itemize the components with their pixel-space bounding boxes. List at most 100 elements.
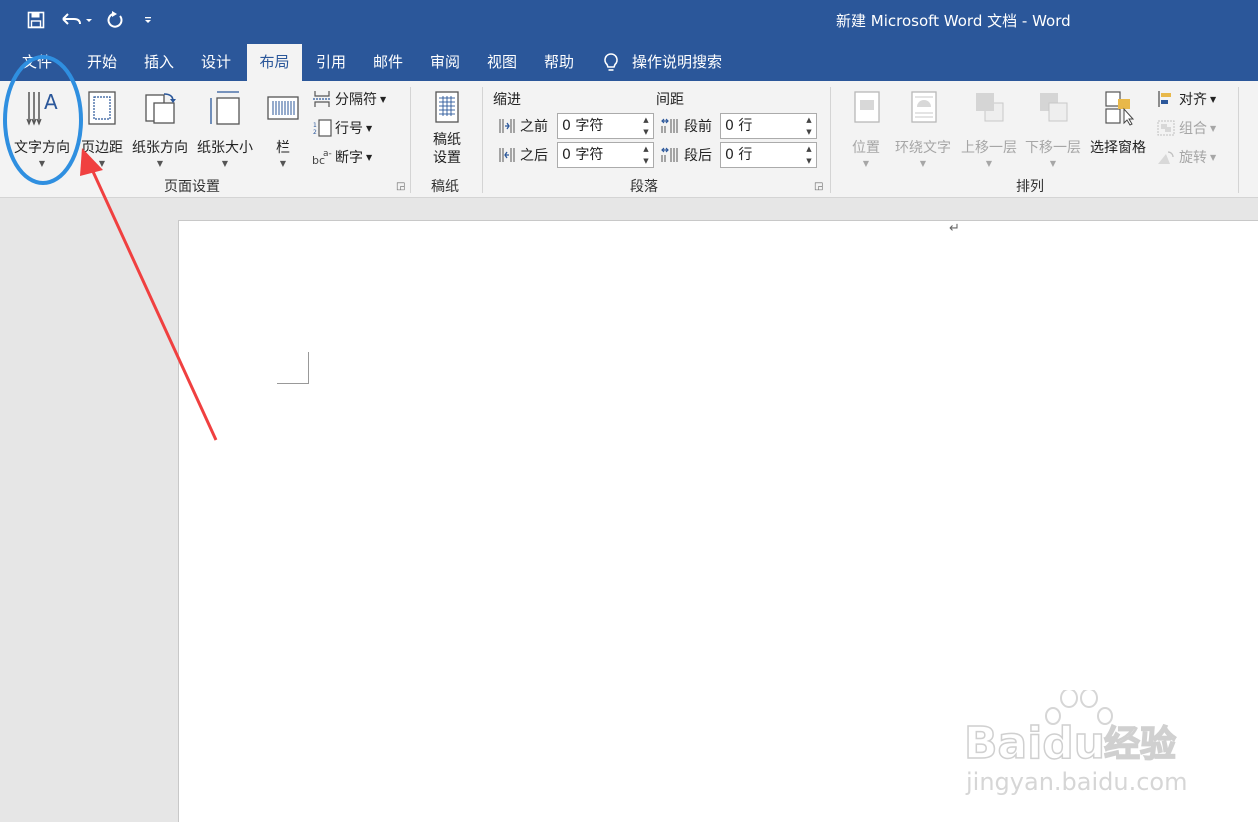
chevron-down-icon: ▼ bbox=[156, 159, 164, 168]
send-backward-button[interactable]: 下移一层 ▼ bbox=[1022, 87, 1084, 171]
indent-before-label-wrap: 之前 bbox=[498, 116, 548, 136]
tab-layout[interactable]: 布局 bbox=[247, 44, 302, 81]
spacing-before-label: 段前 bbox=[684, 119, 712, 135]
spacing-after-icon bbox=[661, 147, 678, 162]
indent-after-input[interactable]: 0 字符 ▲ ▼ bbox=[557, 142, 654, 168]
spinner-arrows-icon[interactable]: ▲ ▼ bbox=[802, 143, 816, 167]
orientation-button[interactable]: 纸张方向 ▼ bbox=[128, 87, 192, 171]
group-label: 组合 bbox=[1179, 121, 1207, 137]
line-numbers-button[interactable]: 12 行号 ▼ bbox=[312, 116, 372, 140]
spacing-before-input[interactable]: 0 行 ▲ ▼ bbox=[720, 113, 817, 139]
selection-pane-icon bbox=[1105, 91, 1135, 126]
customize-qat-icon[interactable] bbox=[140, 8, 156, 32]
spacing-after-value: 0 行 bbox=[725, 147, 753, 163]
align-label: 对齐 bbox=[1179, 92, 1207, 108]
indent-before-input[interactable]: 0 字符 ▲ ▼ bbox=[557, 113, 654, 139]
send-backward-label: 下移一层 bbox=[1025, 140, 1081, 156]
group-separator bbox=[830, 87, 831, 193]
tell-me-label: 操作说明搜索 bbox=[632, 53, 723, 71]
tab-help[interactable]: 帮助 bbox=[534, 44, 584, 81]
spinner-arrows-icon[interactable]: ▲ ▼ bbox=[802, 114, 816, 138]
manuscript-settings-button[interactable]: 稿纸 设置 bbox=[422, 87, 472, 171]
tab-design[interactable]: 设计 bbox=[191, 44, 241, 81]
tab-review[interactable]: 审阅 bbox=[420, 44, 470, 81]
bring-forward-button[interactable]: 上移一层 ▼ bbox=[958, 87, 1020, 171]
spinner-arrows-icon[interactable]: ▲ ▼ bbox=[639, 114, 653, 138]
selection-pane-label: 选择窗格 bbox=[1090, 140, 1146, 156]
title-bar: 新建 Microsoft Word 文档 - Word bbox=[0, 0, 1258, 40]
orientation-icon bbox=[145, 93, 176, 124]
paragraph-launcher-icon[interactable]: ◲ bbox=[814, 181, 823, 192]
spacing-after-input[interactable]: 0 行 ▲ ▼ bbox=[720, 142, 817, 168]
columns-button[interactable]: 栏 ▼ bbox=[262, 87, 304, 171]
tell-me-search[interactable]: 操作说明搜索 bbox=[602, 44, 742, 81]
bring-forward-label: 上移一层 bbox=[961, 140, 1017, 156]
spinner-arrows-icon[interactable]: ▲ ▼ bbox=[639, 143, 653, 167]
breaks-label: 分隔符 bbox=[335, 92, 377, 108]
chevron-down-icon: ▼ bbox=[862, 159, 870, 168]
position-button[interactable]: 位置 ▼ bbox=[842, 87, 890, 171]
position-label: 位置 bbox=[852, 140, 880, 156]
document-page[interactable]: ↵ bbox=[178, 220, 1258, 822]
indent-after-label: 之后 bbox=[520, 148, 548, 164]
spacing-before-value: 0 行 bbox=[725, 118, 753, 134]
selection-pane-button[interactable]: 选择窗格 bbox=[1088, 87, 1148, 171]
spacing-before-icon bbox=[661, 118, 678, 133]
group-separator bbox=[1238, 87, 1239, 193]
manuscript-icon bbox=[435, 91, 459, 123]
columns-label: 栏 bbox=[276, 140, 290, 156]
page-setup-group-label: 页面设置 bbox=[164, 179, 220, 195]
wrap-text-label: 环绕文字 bbox=[895, 140, 951, 156]
margin-corner-mark bbox=[277, 352, 309, 384]
size-button[interactable]: 纸张大小 ▼ bbox=[194, 87, 256, 171]
rotate-button[interactable]: 旋转 ▼ bbox=[1156, 145, 1216, 169]
indent-after-label-wrap: 之后 bbox=[498, 145, 548, 165]
size-label: 纸张大小 bbox=[197, 140, 253, 156]
bring-forward-icon bbox=[976, 93, 1004, 122]
spacing-header: 间距 bbox=[656, 92, 684, 108]
indent-right-icon bbox=[499, 148, 515, 162]
page-setup-launcher-icon[interactable]: ◲ bbox=[396, 181, 405, 192]
tab-mailings[interactable]: 邮件 bbox=[363, 44, 413, 81]
group-separator bbox=[410, 87, 411, 193]
rotate-icon bbox=[1158, 151, 1174, 164]
group-objects-button[interactable]: 组合 ▼ bbox=[1156, 116, 1216, 140]
ribbon-layout: A 文字方向 ▼ 页边距 ▼ 纸张方向 ▼ 纸张大小 ▼ 栏 ▼ 分隔符 ▼ 12… bbox=[0, 81, 1258, 198]
paragraph-mark: ↵ bbox=[949, 221, 960, 236]
text-direction-button[interactable]: A 文字方向 ▼ bbox=[10, 87, 74, 171]
rotate-label: 旋转 bbox=[1179, 150, 1207, 166]
columns-icon bbox=[267, 96, 299, 120]
svg-text:1: 1 bbox=[313, 122, 317, 129]
save-icon[interactable] bbox=[24, 8, 48, 32]
redo-icon[interactable] bbox=[104, 8, 126, 32]
group-icon bbox=[1157, 120, 1175, 136]
tab-view[interactable]: 视图 bbox=[477, 44, 527, 81]
align-button[interactable]: 对齐 ▼ bbox=[1156, 87, 1216, 111]
document-area[interactable]: ↵ bbox=[0, 198, 1258, 822]
tab-home[interactable]: 开始 bbox=[77, 44, 127, 81]
line-numbers-label: 行号 bbox=[335, 121, 363, 137]
lightbulb-icon bbox=[604, 52, 618, 71]
chevron-down-icon: ▼ bbox=[98, 159, 106, 168]
svg-text:2: 2 bbox=[313, 129, 317, 136]
group-separator bbox=[482, 87, 483, 193]
align-icon bbox=[1158, 91, 1171, 107]
spacing-before-label-wrap: 段前 bbox=[660, 116, 712, 136]
breaks-button[interactable]: 分隔符 ▼ bbox=[312, 87, 386, 111]
position-icon bbox=[854, 91, 880, 123]
chevron-down-icon: ▼ bbox=[985, 159, 993, 168]
tab-insert[interactable]: 插入 bbox=[134, 44, 184, 81]
tab-references[interactable]: 引用 bbox=[306, 44, 356, 81]
hyphenation-icon: bca- bbox=[312, 149, 332, 166]
hyphenation-label: 断字 bbox=[335, 150, 363, 166]
chevron-down-icon: ▼ bbox=[38, 159, 46, 168]
manuscript-group-label: 稿纸 bbox=[431, 179, 459, 195]
hyphenation-button[interactable]: bc a- 断字 ▼ bbox=[312, 145, 372, 169]
undo-icon[interactable] bbox=[58, 8, 94, 32]
tab-file[interactable]: 文件 bbox=[12, 44, 62, 81]
wrap-text-button[interactable]: 环绕文字 ▼ bbox=[892, 87, 954, 171]
indent-before-label: 之前 bbox=[520, 119, 548, 135]
margins-button[interactable]: 页边距 ▼ bbox=[78, 87, 126, 171]
breaks-icon bbox=[313, 91, 331, 107]
indent-before-value: 0 字符 bbox=[562, 118, 604, 134]
